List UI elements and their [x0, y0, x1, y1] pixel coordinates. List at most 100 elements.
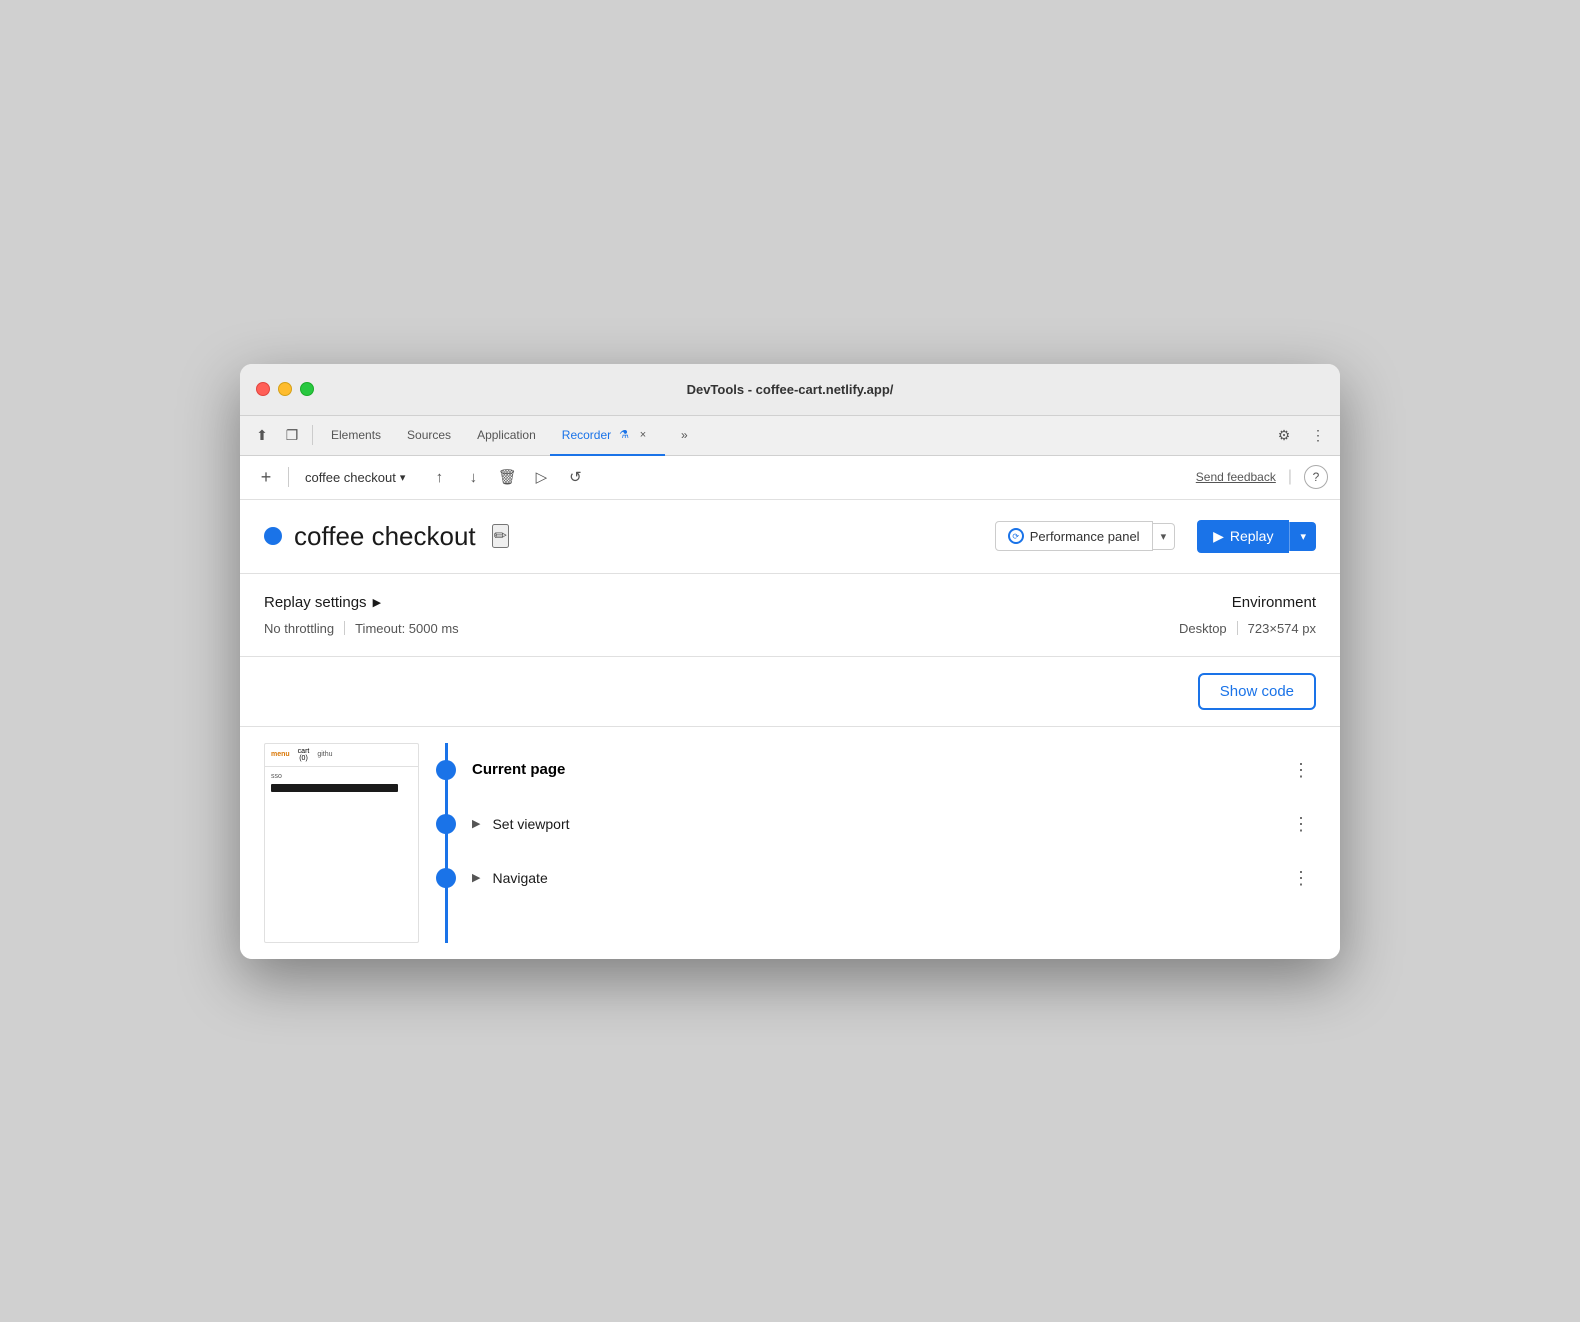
- recording-header: coffee checkout ✏ ⟳ Performance panel ▾ …: [240, 500, 1340, 574]
- thumb-espresso-label: sso: [271, 773, 412, 780]
- preview-col: menu cart (0) githu sso: [264, 743, 424, 943]
- export-icon: ↑: [436, 469, 444, 486]
- maximize-button[interactable]: [300, 382, 314, 396]
- recording-selector[interactable]: coffee checkout ▾: [297, 466, 413, 489]
- timeout-label: Timeout: 5000 ms: [355, 621, 459, 636]
- steps-area: menu cart (0) githu sso: [240, 727, 1340, 959]
- help-button[interactable]: ?: [1304, 465, 1328, 489]
- perf-dropdown-arrow-icon: ▾: [1161, 531, 1167, 543]
- tab-elements[interactable]: Elements: [319, 416, 393, 456]
- export-recording-button[interactable]: ↑: [425, 463, 453, 491]
- step-2-more-button[interactable]: ⋮: [1286, 813, 1316, 835]
- toolbar-divider-feedback: |: [1288, 468, 1292, 486]
- replay-play-icon: ▶: [1213, 528, 1224, 545]
- titlebar: DevTools - coffee-cart.netlify.app/: [240, 364, 1340, 416]
- pencil-icon: ✏: [494, 528, 507, 545]
- layers-icon: ❐: [286, 427, 299, 444]
- import-recording-button[interactable]: ↓: [459, 463, 487, 491]
- thumb-navbar: menu cart (0) githu: [265, 744, 418, 767]
- tab-right-icons: ⚙ ⋮: [1270, 421, 1332, 449]
- no-throttling-label: No throttling: [264, 621, 334, 636]
- replay-settings-section: Replay settings ▶ No throttling Timeout:…: [240, 574, 1340, 657]
- recorder-icon: ⚗: [619, 428, 629, 441]
- timeline-steps-col: Current page ⋮ ▶ Set viewport ⋮: [424, 743, 1316, 943]
- environment-title: Environment: [1179, 594, 1316, 611]
- step-1-content: Current page: [472, 761, 1286, 778]
- replay-dropdown-arrow-icon: ▾: [1300, 531, 1306, 543]
- play-icon: ▷: [536, 468, 548, 486]
- more-options-icon-btn[interactable]: ⋮: [1304, 421, 1332, 449]
- minimize-button[interactable]: [278, 382, 292, 396]
- settings-details: No throttling Timeout: 5000 ms: [264, 621, 1179, 636]
- step-3-more-button[interactable]: ⋮: [1286, 867, 1316, 889]
- settings-separator: [344, 621, 345, 635]
- dropdown-arrow-icon: ▾: [400, 471, 406, 484]
- loop-icon: ↺: [569, 468, 582, 486]
- recorder-main: coffee checkout ✏ ⟳ Performance panel ▾ …: [240, 500, 1340, 959]
- thumb-github-label: githu: [317, 751, 332, 758]
- traffic-lights: [256, 382, 314, 396]
- settings-right-col: Environment Desktop 723×574 px: [1179, 594, 1316, 636]
- step-2-expand-arrow-icon: ▶: [472, 817, 480, 830]
- performance-panel-button[interactable]: ⟳ Performance panel: [995, 521, 1153, 551]
- step-3-dot: [436, 868, 456, 888]
- step-1-label: Current page: [472, 761, 565, 778]
- step-2-dot: [436, 814, 456, 834]
- settings-icon-btn[interactable]: ⚙: [1270, 421, 1298, 449]
- perf-panel-group: ⟳ Performance panel ▾: [995, 521, 1175, 551]
- tab-recorder[interactable]: Recorder ⚗ ×: [550, 416, 665, 456]
- send-feedback-button[interactable]: Send feedback: [1196, 470, 1276, 484]
- settings-expand-arrow-icon: ▶: [373, 596, 381, 609]
- env-separator: [1237, 621, 1238, 635]
- settings-left-col: Replay settings ▶ No throttling Timeout:…: [264, 594, 1179, 636]
- replay-button-group: ▶ Replay ▾: [1197, 520, 1316, 553]
- step-current-page: Current page ⋮: [424, 743, 1316, 797]
- recording-title: coffee checkout: [294, 521, 476, 552]
- show-code-button[interactable]: Show code: [1198, 673, 1316, 710]
- close-button[interactable]: [256, 382, 270, 396]
- devtools-window: DevTools - coffee-cart.netlify.app/ ⬆ ❐ …: [240, 364, 1340, 959]
- step-2-content: ▶ Set viewport: [472, 816, 1286, 832]
- thumb-cart-label: cart (0): [298, 748, 310, 762]
- tab-divider-1: [312, 425, 313, 445]
- settings-gear-icon: ⚙: [1278, 427, 1291, 444]
- step-3-more-icon: ⋮: [1292, 868, 1310, 888]
- step-1-more-button[interactable]: ⋮: [1286, 759, 1316, 781]
- thumb-spacer: [271, 802, 412, 832]
- recorder-action-icons: ↑ ↓ 🗑 ▷ ↺: [425, 463, 589, 491]
- delete-icon: 🗑: [498, 468, 517, 486]
- replay-dropdown-button[interactable]: ▾: [1289, 522, 1316, 551]
- step-set-viewport: ▶ Set viewport ⋮: [424, 797, 1316, 851]
- more-options-icon: ⋮: [1311, 427, 1325, 444]
- replay-settings-toggle[interactable]: Replay settings ▶: [264, 594, 1179, 611]
- tab-application[interactable]: Application: [465, 416, 548, 456]
- step-2-label: Set viewport: [492, 816, 1286, 832]
- env-desktop-label: Desktop: [1179, 621, 1227, 636]
- layers-icon-btn[interactable]: ❐: [278, 421, 306, 449]
- cursor-icon-btn[interactable]: ⬆: [248, 421, 276, 449]
- delete-recording-button[interactable]: 🗑: [493, 463, 521, 491]
- step-1-dot: [436, 760, 456, 780]
- thumb-bar-1: [271, 784, 398, 792]
- step-2-more-icon: ⋮: [1292, 814, 1310, 834]
- toolbar-divider-1: [288, 467, 289, 487]
- loop-recording-button[interactable]: ↺: [561, 463, 589, 491]
- import-icon: ↓: [470, 469, 478, 486]
- tab-more[interactable]: »: [669, 416, 700, 456]
- step-3-content: ▶ Navigate: [472, 870, 1286, 886]
- step-navigate: ▶ Navigate ⋮: [424, 851, 1316, 905]
- replay-button[interactable]: ▶ Replay: [1197, 520, 1289, 553]
- new-recording-button[interactable]: +: [252, 463, 280, 491]
- recorder-toolbar: + coffee checkout ▾ ↑ ↓ 🗑 ▷ ↺ Send fee: [240, 456, 1340, 500]
- perf-panel-icon: ⟳: [1008, 528, 1024, 544]
- edit-recording-name-button[interactable]: ✏: [492, 524, 509, 548]
- cursor-icon: ⬆: [256, 427, 268, 444]
- page-preview-thumbnail: menu cart (0) githu sso: [264, 743, 419, 943]
- performance-panel-dropdown-button[interactable]: ▾: [1153, 523, 1176, 550]
- devtools-tab-bar: ⬆ ❐ Elements Sources Application Recorde…: [240, 416, 1340, 456]
- env-size-label: 723×574 px: [1248, 621, 1316, 636]
- recording-status-dot: [264, 527, 282, 545]
- close-recorder-tab-icon[interactable]: ×: [633, 425, 653, 445]
- play-recording-button[interactable]: ▷: [527, 463, 555, 491]
- tab-sources[interactable]: Sources: [395, 416, 463, 456]
